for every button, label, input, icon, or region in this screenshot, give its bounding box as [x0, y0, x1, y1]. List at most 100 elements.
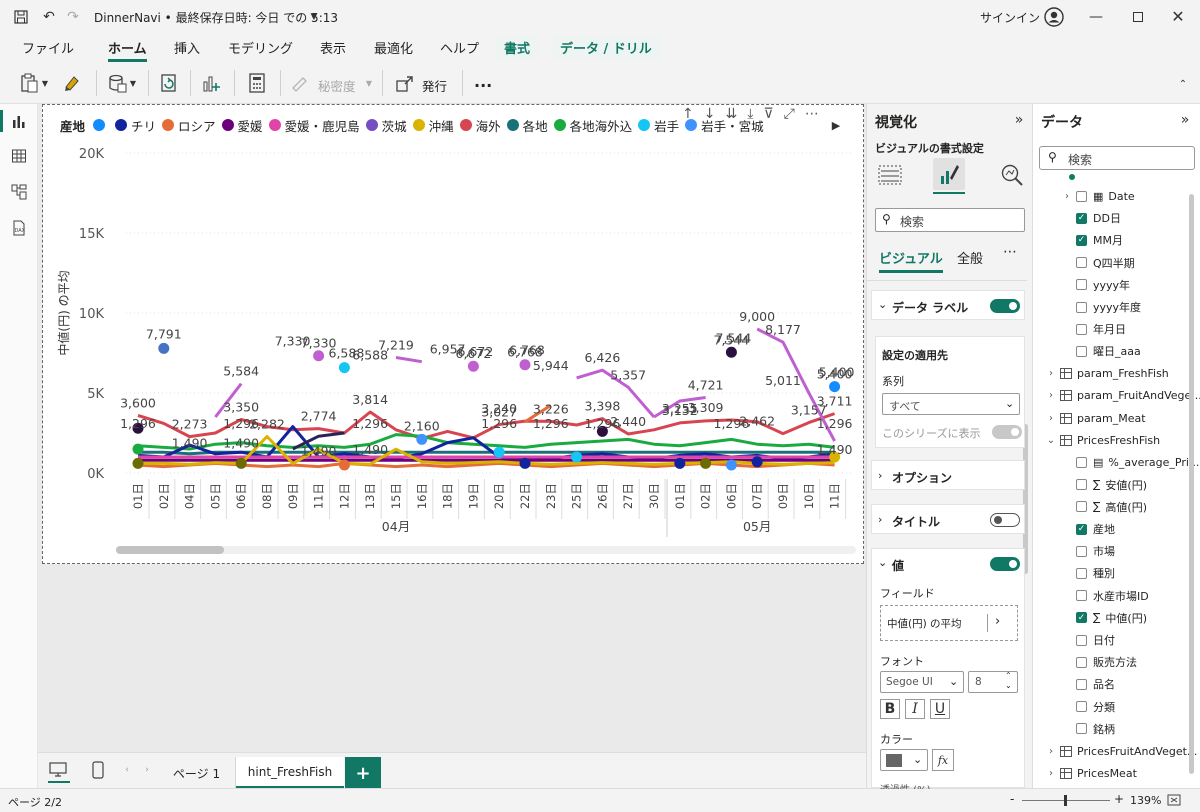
data-labels-section[interactable]: ⌄ データ ラベル	[871, 290, 1025, 320]
legend-item[interactable]: 沖縄	[412, 116, 454, 134]
font-family-dropdown[interactable]: Segoe UI ⌄	[880, 671, 964, 693]
field-item[interactable]: 品名	[1061, 673, 1115, 695]
fx-button[interactable]: fx	[932, 749, 954, 771]
save-icon[interactable]	[12, 8, 30, 26]
field-well[interactable]: 中値(円) の平均 ›	[880, 605, 1018, 641]
chevron-down-icon[interactable]: ▼	[128, 76, 138, 90]
field-checkbox[interactable]: ✓	[1076, 612, 1087, 624]
bold-button[interactable]: B	[880, 699, 900, 719]
get-data-icon[interactable]	[106, 72, 128, 94]
legend-item[interactable]: 海外	[459, 116, 501, 134]
table-node[interactable]: › param_FruitAndVege...	[1045, 385, 1200, 407]
title-section[interactable]: › タイトル	[871, 504, 1025, 534]
tab-view[interactable]: 表示	[320, 38, 346, 57]
maximize-icon[interactable]	[1128, 8, 1148, 26]
field-checkbox[interactable]	[1076, 279, 1087, 291]
field-checkbox[interactable]	[1076, 301, 1087, 313]
minimize-icon[interactable]: —	[1086, 8, 1106, 26]
field-item[interactable]: 市場	[1061, 540, 1115, 562]
field-checkbox[interactable]	[1076, 678, 1087, 690]
chevron-right-icon[interactable]: ›	[1045, 368, 1057, 379]
table-node[interactable]: › PricesFruitAndVeget...	[1045, 740, 1197, 762]
dax-query-icon[interactable]: DAX	[9, 218, 29, 238]
fit-to-page-icon[interactable]	[1166, 793, 1182, 807]
report-view-icon[interactable]	[9, 112, 29, 132]
title-toggle[interactable]	[990, 513, 1020, 527]
sensitivity-icon[interactable]	[290, 73, 310, 93]
refresh-icon[interactable]	[158, 72, 180, 94]
add-page-button[interactable]: +	[345, 757, 381, 789]
field-checkbox[interactable]	[1076, 479, 1087, 491]
legend-item[interactable]: 各地	[506, 116, 548, 134]
scrollbar-thumb[interactable]	[116, 546, 224, 554]
field-item[interactable]: 水産市場ID	[1061, 585, 1149, 607]
zoom-slider-thumb[interactable]	[1064, 795, 1067, 806]
undo-icon[interactable]: ↶	[40, 8, 58, 26]
sensitivity-label[interactable]: 秘密度	[318, 76, 356, 95]
field-item[interactable]: ✓ MM月	[1061, 229, 1123, 251]
chevron-right-icon[interactable]: ›	[1045, 768, 1057, 779]
field-item[interactable]: 銘柄	[1061, 718, 1115, 740]
chevron-down-icon[interactable]: ▼	[364, 76, 374, 90]
chevron-right-icon[interactable]: ›	[1045, 390, 1057, 401]
chevron-down-icon[interactable]: ▼	[308, 10, 320, 24]
legend-item[interactable]	[93, 119, 109, 131]
chevron-down-icon[interactable]: ⌄	[1045, 435, 1057, 446]
horizontal-scrollbar[interactable]	[116, 546, 856, 554]
field-item[interactable]: ✓ 産地	[1061, 518, 1115, 540]
publish-icon[interactable]	[394, 72, 416, 94]
legend-item[interactable]: ロシア	[162, 116, 216, 134]
collapse-ribbon-icon[interactable]: ⌃	[1176, 78, 1190, 90]
legend-item[interactable]: チリ	[115, 116, 156, 134]
field-checkbox[interactable]	[1076, 545, 1087, 557]
field-item[interactable]: 曜日_aaa	[1061, 340, 1141, 362]
color-picker[interactable]: ⌄	[880, 749, 928, 771]
more-options-button[interactable]: ...	[474, 72, 492, 91]
zoom-in-button[interactable]: +	[1114, 792, 1124, 806]
legend-item[interactable]: 各地海外込	[553, 116, 632, 134]
field-checkbox[interactable]: ✓	[1076, 212, 1087, 224]
field-checkbox[interactable]	[1076, 501, 1087, 513]
new-visual-icon[interactable]	[200, 72, 222, 94]
tab-modeling[interactable]: モデリング	[228, 38, 293, 57]
field-item[interactable]: ∑ 高値(円)	[1061, 496, 1147, 518]
collapse-pane-icon[interactable]: »	[1011, 112, 1027, 128]
data-pane-scrollbar[interactable]	[1189, 194, 1194, 774]
analytics-icon[interactable]	[999, 162, 1025, 188]
chevron-right-icon[interactable]: ›	[1061, 191, 1073, 202]
model-view-icon[interactable]	[9, 182, 29, 202]
field-checkbox[interactable]	[1076, 701, 1087, 713]
format-visual-icon[interactable]	[933, 158, 965, 190]
field-item[interactable]: 販売方法	[1061, 651, 1137, 673]
field-item[interactable]: › ▦ Date	[1061, 185, 1135, 207]
build-visual-icon[interactable]	[877, 162, 903, 188]
field-item[interactable]: 年月日	[1061, 318, 1126, 340]
legend-item[interactable]: 岩手・宮城	[685, 116, 764, 134]
field-item[interactable]: ✓ ∑ 中値(円)	[1061, 607, 1147, 629]
field-item[interactable]: ∑ 安値(円)	[1061, 474, 1147, 496]
series-dropdown[interactable]: すべて ⌄	[882, 393, 1020, 415]
desktop-layout-icon[interactable]	[48, 761, 68, 779]
table-node[interactable]: ⌄ PricesFreshFish	[1045, 429, 1160, 451]
show-for-series-toggle[interactable]	[992, 425, 1022, 439]
more-tabs-icon[interactable]: ⋯	[1003, 244, 1017, 260]
field-checkbox[interactable]	[1076, 723, 1087, 735]
tab-help[interactable]: ヘルプ	[440, 38, 479, 57]
field-item[interactable]: ▤ %_average_Pri...	[1061, 451, 1199, 473]
chevron-right-icon[interactable]: ›	[1045, 413, 1057, 424]
tab-home[interactable]: ホーム	[108, 38, 147, 62]
chevron-right-icon[interactable]: ›	[995, 614, 1000, 629]
mobile-layout-icon[interactable]	[90, 760, 106, 780]
field-item[interactable]: Q四半期	[1061, 252, 1135, 274]
field-item[interactable]: ✓ DD日	[1061, 207, 1121, 229]
field-checkbox[interactable]	[1076, 456, 1087, 468]
field-item[interactable]: yyyy年度	[1061, 296, 1141, 318]
legend-item[interactable]: 岩手	[638, 116, 679, 134]
field-item[interactable]: yyyy年	[1061, 274, 1130, 296]
table-view-icon[interactable]	[9, 146, 29, 166]
zoom-out-button[interactable]: -	[1010, 792, 1014, 806]
avatar-icon[interactable]	[1044, 7, 1064, 27]
font-size-stepper[interactable]: 8 ⌃ ⌄	[968, 671, 1018, 693]
field-checkbox[interactable]	[1076, 634, 1087, 646]
italic-button[interactable]: I	[905, 699, 925, 719]
